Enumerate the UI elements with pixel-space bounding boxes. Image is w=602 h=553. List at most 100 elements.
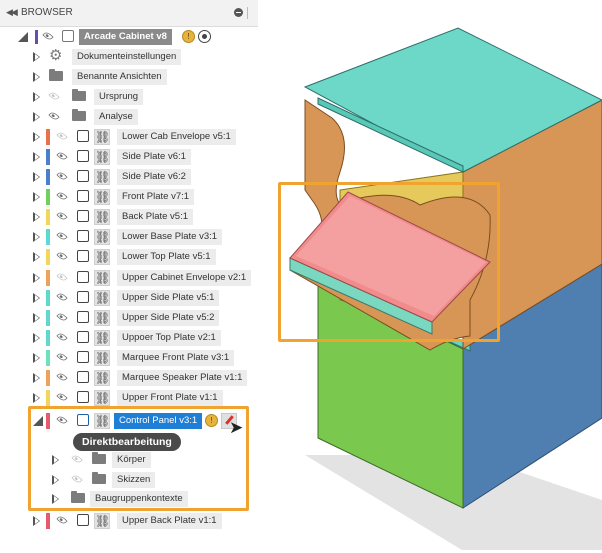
tree-row[interactable]: ⛓ Uppoer Top Plate v2:1 [0,328,258,348]
component-label[interactable]: Benannte Ansichten [72,69,167,85]
expand-triangle-icon[interactable] [33,152,40,162]
tree-row[interactable]: Ursprung [0,87,258,107]
child-label[interactable]: Skizzen [112,472,156,488]
tree-root-row[interactable]: Arcade Cabinet v8 ! [0,27,258,47]
component-label[interactable]: Analyse [94,109,138,125]
collapse-triangle-icon[interactable] [18,32,28,42]
tree-row[interactable]: ⛓ Upper Side Plate v5:1 [0,288,258,308]
tree-row[interactable]: Analyse [0,107,258,127]
child-label[interactable]: Baugruppenkontexte [90,491,188,507]
component-label[interactable]: Marquee Speaker Plate v1:1 [117,370,248,386]
expand-triangle-icon[interactable] [52,494,59,504]
visibility-eye-icon[interactable] [71,473,83,485]
tree-row[interactable]: ⛓ Lower Base Plate v3:1 [0,227,258,247]
component-label[interactable]: Lower Cab Envelope v5:1 [117,129,236,145]
expand-triangle-icon[interactable] [33,172,40,182]
expand-triangle-icon[interactable] [33,192,40,202]
expand-triangle-icon[interactable] [33,373,40,383]
component-label[interactable]: Marquee Front Plate v3:1 [117,350,235,366]
visibility-eye-icon[interactable] [56,130,68,142]
component-label[interactable]: Back Plate v5:1 [117,209,194,225]
expand-triangle-icon[interactable] [33,132,40,142]
visibility-eye-icon[interactable] [48,90,60,102]
tree-row[interactable]: ⛓ Upper Side Plate v5:2 [0,308,258,328]
expand-triangle-icon[interactable] [33,293,40,303]
visibility-eye-icon[interactable] [56,414,68,426]
expand-triangle-icon[interactable] [52,475,59,485]
component-label[interactable]: Upper Back Plate v1:1 [117,513,222,529]
component-label[interactable]: Uppoer Top Plate v2:1 [117,330,221,346]
visibility-eye-icon[interactable] [56,250,68,262]
visibility-eye-icon[interactable] [56,371,68,383]
visibility-eye-icon[interactable] [48,110,60,122]
expand-triangle-icon[interactable] [33,212,40,222]
expand-triangle-icon[interactable] [33,333,40,343]
expand-triangle-icon[interactable] [33,273,40,283]
tree-row[interactable]: ⛓ Front Plate v7:1 [0,187,258,207]
expand-triangle-icon[interactable] [33,313,40,323]
component-label[interactable]: Lower Base Plate v3:1 [117,229,223,245]
expand-triangle-icon[interactable] [52,455,59,465]
tree-row[interactable]: ⛓ Lower Top Plate v5:1 [0,247,258,267]
component-label[interactable]: Upper Front Plate v1:1 [117,390,223,406]
visibility-eye-icon[interactable] [42,30,54,42]
expand-triangle-icon[interactable] [33,72,40,82]
component-label[interactable]: Side Plate v6:1 [117,149,191,165]
expand-triangle-icon[interactable] [33,393,40,403]
tree-row[interactable]: Benannte Ansichten [0,67,258,87]
component-label[interactable]: Upper Side Plate v5:2 [117,310,220,326]
visibility-eye-icon[interactable] [56,331,68,343]
child-label[interactable]: Körper [112,452,151,468]
expand-triangle-icon[interactable] [33,232,40,242]
visibility-eye-icon[interactable] [71,453,83,465]
visibility-eye-icon[interactable] [56,150,68,162]
tree-row[interactable]: ⛓ Side Plate v6:1 [0,147,258,167]
rivet-icon[interactable]: ! [182,30,195,43]
activate-radio-icon[interactable] [198,30,211,43]
tree-row[interactable]: ⛓ Marquee Front Plate v3:1 [0,348,258,368]
expand-triangle-icon[interactable] [33,52,40,62]
root-component-label[interactable]: Arcade Cabinet v8 [79,29,172,45]
rivet-icon[interactable]: ! [205,414,218,427]
component-label[interactable]: Upper Side Plate v5:1 [117,290,220,306]
tree-row[interactable]: ⚙ Dokumenteinstellungen [0,47,258,67]
tree-row[interactable]: ⛓ Lower Cab Envelope v5:1 [0,127,258,147]
visibility-eye-icon[interactable] [56,391,68,403]
visibility-eye-icon[interactable] [56,291,68,303]
link-icon: ⛓ [94,249,111,265]
visibility-eye-icon[interactable] [56,230,68,242]
tree-row[interactable]: ⛓ Upper Back Plate v1:1 [0,511,258,531]
component-label[interactable]: Lower Top Plate v5:1 [117,249,216,265]
minimize-icon[interactable] [234,8,243,17]
tree-child-row[interactable]: Körper [0,450,258,470]
expand-triangle-icon[interactable] [33,92,40,102]
component-label[interactable]: Ursprung [94,89,144,105]
visibility-eye-icon[interactable] [56,170,68,182]
component-label[interactable]: Front Plate v7:1 [117,189,195,205]
collapse-panel-icon[interactable]: ◀◀ [6,7,18,18]
selected-component-label[interactable]: Control Panel v3:1 [114,413,203,429]
component-label[interactable]: Upper Cabinet Envelope v2:1 [117,270,252,286]
expand-triangle-icon[interactable] [33,516,40,526]
3d-viewport[interactable] [260,0,602,550]
tree-row[interactable]: ⛓ Side Plate v6:2 [0,167,258,187]
tree-row[interactable]: ⛓ Marquee Speaker Plate v1:1 [0,368,258,388]
visibility-eye-icon[interactable] [56,311,68,323]
visibility-eye-icon[interactable] [56,351,68,363]
visibility-eye-icon[interactable] [56,210,68,222]
expand-triangle-icon[interactable] [33,112,40,122]
visibility-eye-icon[interactable] [56,514,68,526]
component-label[interactable]: Dokumenteinstellungen [72,49,182,65]
component-label[interactable]: Side Plate v6:2 [117,169,191,185]
tree-child-row[interactable]: Skizzen [0,470,258,490]
tree-child-row[interactable]: Baugruppenkontexte [0,489,258,509]
visibility-eye-icon[interactable] [56,271,68,283]
expand-triangle-icon[interactable] [33,252,40,262]
tree-row-selected[interactable]: ⛓ Control Panel v3:1 ! ➤ [0,411,258,437]
tree-row[interactable]: ⛓ Back Plate v5:1 [0,207,258,227]
collapse-triangle-icon[interactable] [33,416,43,426]
expand-triangle-icon[interactable] [33,353,40,363]
tree-row[interactable]: ⛓ Upper Front Plate v1:1 [0,388,258,408]
visibility-eye-icon[interactable] [56,190,68,202]
tree-row[interactable]: ⛓ Upper Cabinet Envelope v2:1 [0,268,258,288]
